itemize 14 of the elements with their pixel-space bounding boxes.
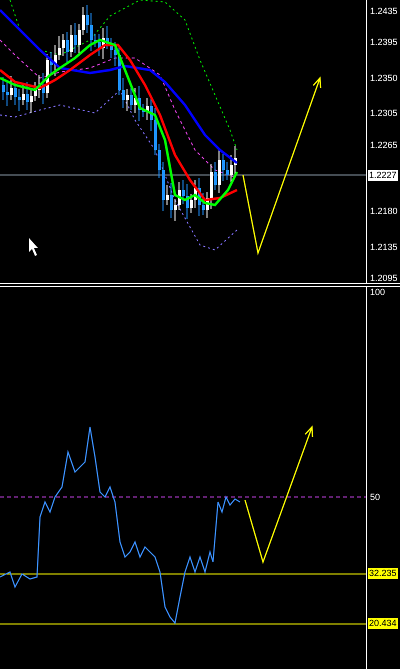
price-axis-label: 1.2350 [370, 73, 398, 83]
current-price-label: 1.2227 [368, 170, 398, 181]
mouse-cursor-icon [29, 238, 38, 256]
level-value-label: 32.235 [368, 568, 398, 579]
price-axis-label: 1.2135 [370, 242, 398, 252]
level-value-label: 20.434 [368, 618, 398, 629]
price-axis-label: 1.2095 [370, 273, 398, 283]
indicator-axis-label: 50 [370, 492, 380, 502]
price-axis-label: 1.2435 [370, 6, 398, 16]
price-axis-label: 1.2395 [370, 37, 398, 47]
indicator-axis-label: 100 [370, 287, 386, 297]
price-axis-label: 1.2180 [370, 206, 398, 216]
price-axis-label: 1.2305 [370, 108, 398, 118]
price-axis-label: 1.2265 [370, 140, 398, 150]
